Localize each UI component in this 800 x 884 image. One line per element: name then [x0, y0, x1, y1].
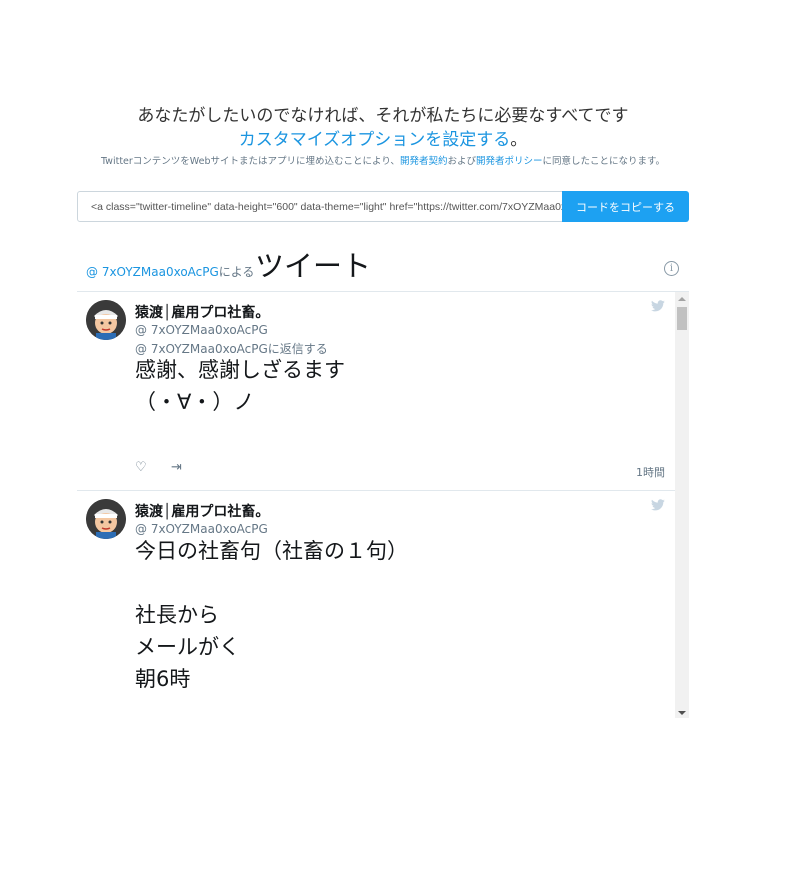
developer-policy-link[interactable]: 開発者ポリシー [476, 156, 543, 167]
heart-icon[interactable]: ♡ [135, 460, 147, 475]
customize-options-link[interactable]: カスタマイズオプションを設定する [239, 130, 511, 150]
headline: あなたがしたいのでなければ、それが私たちに必要なすべてです [137, 106, 629, 126]
embed-code-row: コードをコピーする [77, 191, 689, 222]
legal-text-2: および [447, 156, 476, 167]
legal-text-1: TwitterコンテンツをWebサイトまたはアプリに埋め込むことにより、 [100, 156, 400, 167]
avatar-image [86, 300, 126, 340]
tweet-author[interactable]: 猿渡│雇用プロ社畜。 [135, 302, 269, 322]
avatar[interactable] [86, 499, 126, 539]
twitter-bird-icon[interactable] [651, 499, 665, 511]
tweet[interactable]: 猿渡│雇用プロ社畜。 @ 7xOYZMaa0xoAcPG 今日の社畜句（社畜の１… [77, 491, 675, 718]
timeline-by-suffix: による [218, 265, 255, 279]
legal-notice: TwitterコンテンツをWebサイトまたはアプリに埋め込むことにより、開発者契… [0, 155, 766, 169]
scroll-down-arrow-icon[interactable] [678, 711, 686, 715]
share-icon[interactable]: ⇥ [171, 460, 182, 475]
vertical-scrollbar[interactable] [675, 292, 689, 718]
tweet-handle[interactable]: @ 7xOYZMaa0xoAcPG [135, 522, 268, 536]
scrollbar-thumb[interactable] [677, 307, 687, 330]
scroll-up-arrow-icon[interactable] [678, 297, 686, 301]
tweet-author[interactable]: 猿渡│雇用プロ社畜。 [135, 501, 269, 521]
developer-agreement-link[interactable]: 開発者契約 [400, 156, 448, 167]
copy-code-button[interactable]: コードをコピーする [562, 191, 689, 222]
timeline-header: @ 7xOYZMaa0xoAcPGによる ツイート i [77, 246, 689, 292]
customize-line: カスタマイズオプションを設定する。 [0, 128, 766, 152]
embed-code-input[interactable] [77, 191, 578, 222]
timeline-by: @ 7xOYZMaa0xoAcPGによる [86, 263, 254, 280]
customize-suffix: 。 [510, 130, 528, 150]
twitter-bird-icon[interactable] [651, 300, 665, 312]
avatar[interactable] [86, 300, 126, 340]
tweet-handle[interactable]: @ 7xOYZMaa0xoAcPG [135, 323, 268, 337]
tweet-text: 感謝、感謝しざるます （・∀・）ノ [135, 358, 345, 414]
tweet-list[interactable]: 猿渡│雇用プロ社畜。 @ 7xOYZMaa0xoAcPG @ 7xOYZMaa0… [77, 292, 675, 718]
timeline-preview: @ 7xOYZMaa0xoAcPGによる ツイート i 猿渡│雇用プロ社畜。 @… [77, 246, 689, 718]
timeline-handle-link[interactable]: @ 7xOYZMaa0xoAcPG [86, 265, 219, 279]
tweet-timestamp[interactable]: 1時間 [636, 464, 665, 480]
avatar-image [86, 499, 126, 539]
legal-text-3: に同意したことになります。 [542, 156, 666, 167]
info-icon[interactable]: i [664, 261, 679, 276]
tweet-text: 今日の社畜句（社畜の１句） 社長から メールがく 朝6時 [135, 539, 408, 691]
tweet[interactable]: 猿渡│雇用プロ社畜。 @ 7xOYZMaa0xoAcPG @ 7xOYZMaa0… [77, 292, 675, 491]
timeline-title: ツイート [255, 249, 372, 283]
